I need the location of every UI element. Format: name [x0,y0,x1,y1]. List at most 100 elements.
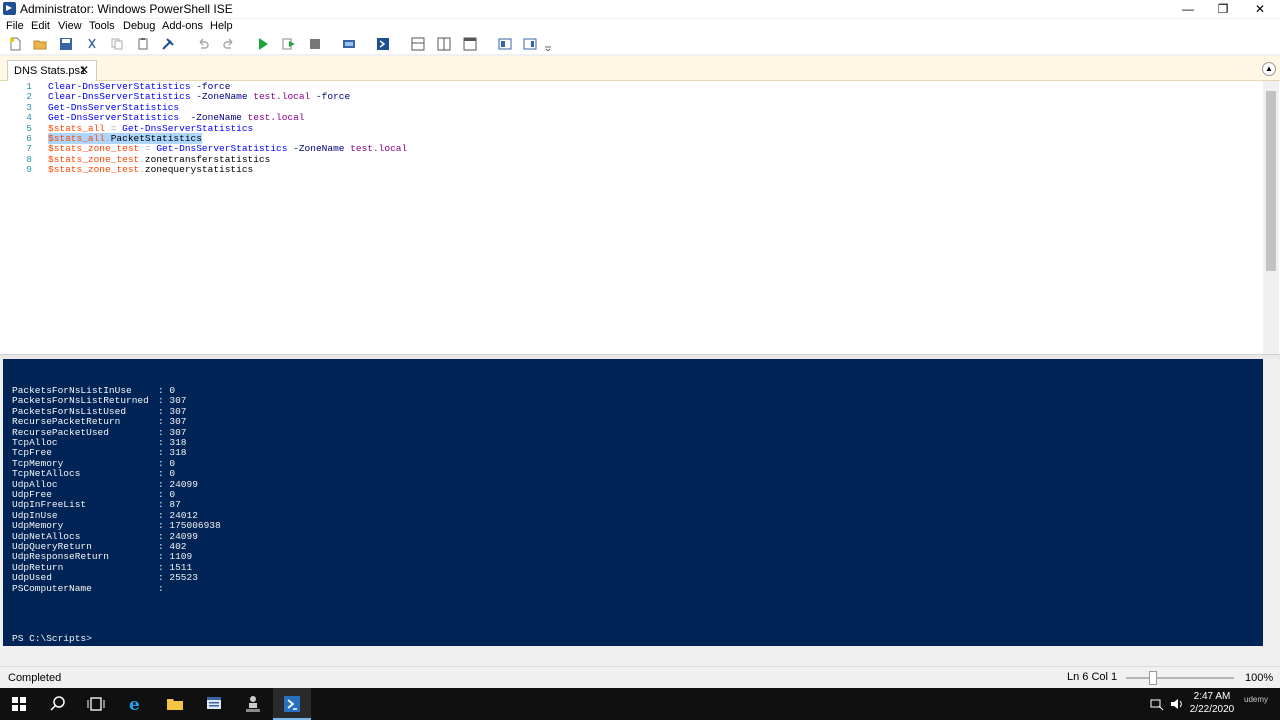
code-token: $stats_zone_test [48,164,140,176]
code-token: -ZoneName [190,112,242,124]
show-script-right-icon[interactable] [437,37,451,51]
remote-powershell-icon[interactable] [342,37,356,51]
code-text[interactable]: $stats_zone_test = Get-DnsServerStatisti… [48,143,407,154]
code-token: PacketStatistics [110,133,202,144]
run-script-icon[interactable] [256,37,270,51]
task-view-icon[interactable] [77,688,115,720]
code-text[interactable]: $stats_zone_test.zonetransferstatistics [48,154,270,165]
volume-icon[interactable] [1170,697,1184,711]
clear-console-icon[interactable] [161,37,175,51]
internet-explorer-icon[interactable]: e [117,688,155,720]
open-folder-icon[interactable] [33,37,47,51]
server-manager-icon[interactable] [195,688,233,720]
code-text[interactable]: Get-DnsServerStatistics [48,102,179,113]
cursor-position: Ln 6 Col 1 [1067,671,1118,683]
start-button[interactable] [0,688,38,720]
line-number: 5 [26,122,32,134]
show-command-addon-icon[interactable] [523,37,537,51]
menu-debug[interactable]: Debug [123,20,155,32]
line-number: 8 [26,153,32,165]
network-user-icon[interactable] [234,688,272,720]
start-powershell-icon[interactable] [376,37,390,51]
console-pane[interactable]: PacketsForNsListInUse: 0 PacketsForNsList… [3,359,1263,646]
code-text[interactable]: Clear-DnsServerStatistics -force [48,81,230,92]
cut-icon[interactable] [85,37,99,51]
redo-icon[interactable] [222,37,236,51]
svg-text:e: e [129,695,140,713]
property-value: : 318 [158,437,187,448]
menu-tools[interactable]: Tools [89,20,115,32]
code-token: $stats_all [48,122,106,134]
search-icon[interactable] [39,688,77,720]
title-bar: Administrator: Windows PowerShell ISE — … [0,0,1280,18]
property-name: UdpInFreeList [12,499,87,511]
code-token: -ZoneName [293,143,345,155]
clock-time: 2:47 AM [1193,691,1231,702]
script-pane[interactable]: 1 Clear-DnsServerStatistics -force 2 Clear-… [0,81,1280,354]
line-number: 6 [26,133,32,144]
close-tab-icon[interactable]: ✕ [79,63,89,77]
zoom-slider[interactable] [1126,677,1234,679]
copy-icon[interactable] [110,37,124,51]
property-name: TcpMemory [12,457,64,469]
property-value: : 0 [158,468,176,480]
property-name: TcpFree [12,447,52,459]
powershell-ise-taskbar-icon[interactable] [273,688,311,720]
paste-icon[interactable] [136,37,150,51]
collapse-script-pane-icon[interactable]: ▲ [1262,62,1276,76]
code-text[interactable]: Get-DnsServerStatistics -ZoneName test.l… [48,112,305,123]
taskbar: e 2:47 AM 2/22/2020 [0,688,1280,720]
code-text[interactable]: $stats_zone_test.zonequerystatistics [48,164,253,175]
code-text[interactable]: $stats_all.PacketStatistics [48,133,202,144]
window-title: Administrator: Windows PowerShell ISE [20,2,233,16]
code-text[interactable]: $stats_all = Get-DnsServerStatistics [48,123,253,134]
code-token: -force [315,91,351,103]
close-button[interactable]: ✕ [1242,0,1278,18]
restore-button[interactable]: ❐ [1205,0,1241,18]
zoom-slider-thumb[interactable] [1149,671,1157,685]
zoom-level: 100% [1245,672,1274,684]
property-value: : 1109 [158,551,193,563]
line-number: 4 [26,112,32,124]
property-value: : 0 [158,457,176,469]
property-value: : 1511 [158,561,193,573]
minimize-button[interactable]: — [1170,0,1206,18]
property-value: : 24099 [158,478,198,490]
tab-dns-stats[interactable]: DNS Stats.ps1 ✕ [7,60,97,81]
menu-file[interactable]: File [6,20,24,32]
property-value: : 24012 [158,509,198,521]
stop-icon[interactable] [308,37,322,51]
show-script-maximized-icon[interactable] [463,37,477,51]
property-value: : 318 [158,447,187,459]
menu-help[interactable]: Help [210,20,233,32]
property-name: PSComputerName [12,582,92,594]
console-prompt[interactable]: PS C:\Scripts> [12,633,92,644]
powershell-ise-icon [3,2,16,15]
save-icon[interactable] [59,37,73,51]
undo-icon[interactable] [196,37,210,51]
script-scrollbar-thumb[interactable] [1266,91,1276,271]
property-name: PacketsForNsListReturned [12,395,149,407]
show-script-top-icon[interactable] [411,37,425,51]
script-tab-strip: DNS Stats.ps1 ✕ ▲ [0,56,1280,81]
script-scrollbar[interactable] [1263,81,1279,354]
network-icon[interactable] [1150,697,1164,711]
file-explorer-icon[interactable] [156,688,194,720]
menu-add-ons[interactable]: Add-ons [162,20,203,32]
run-selection-icon[interactable] [282,37,296,51]
property-value: : 24099 [158,530,198,542]
new-file-icon[interactable] [8,37,22,51]
menu-edit[interactable]: Edit [31,20,50,32]
property-name: UdpReturn [12,561,64,573]
toolbar-overflow-icon[interactable] [544,37,552,51]
property-name: UdpFree [12,489,52,500]
console-scrollbar[interactable] [1263,359,1279,646]
show-command-window-icon[interactable] [498,37,512,51]
menu-view[interactable]: View [58,20,82,32]
code-token: Get-DnsServerStatistics [48,112,180,124]
property-name: PacketsForNsListUsed [12,405,127,417]
code-token: Get-DnsServerStatistics [156,143,288,155]
code-text[interactable]: Clear-DnsServerStatistics -ZoneName test… [48,91,350,102]
system-clock[interactable]: 2:47 AM 2/22/2020 [1186,690,1238,716]
code-token: $stats_zone_test [48,153,140,165]
